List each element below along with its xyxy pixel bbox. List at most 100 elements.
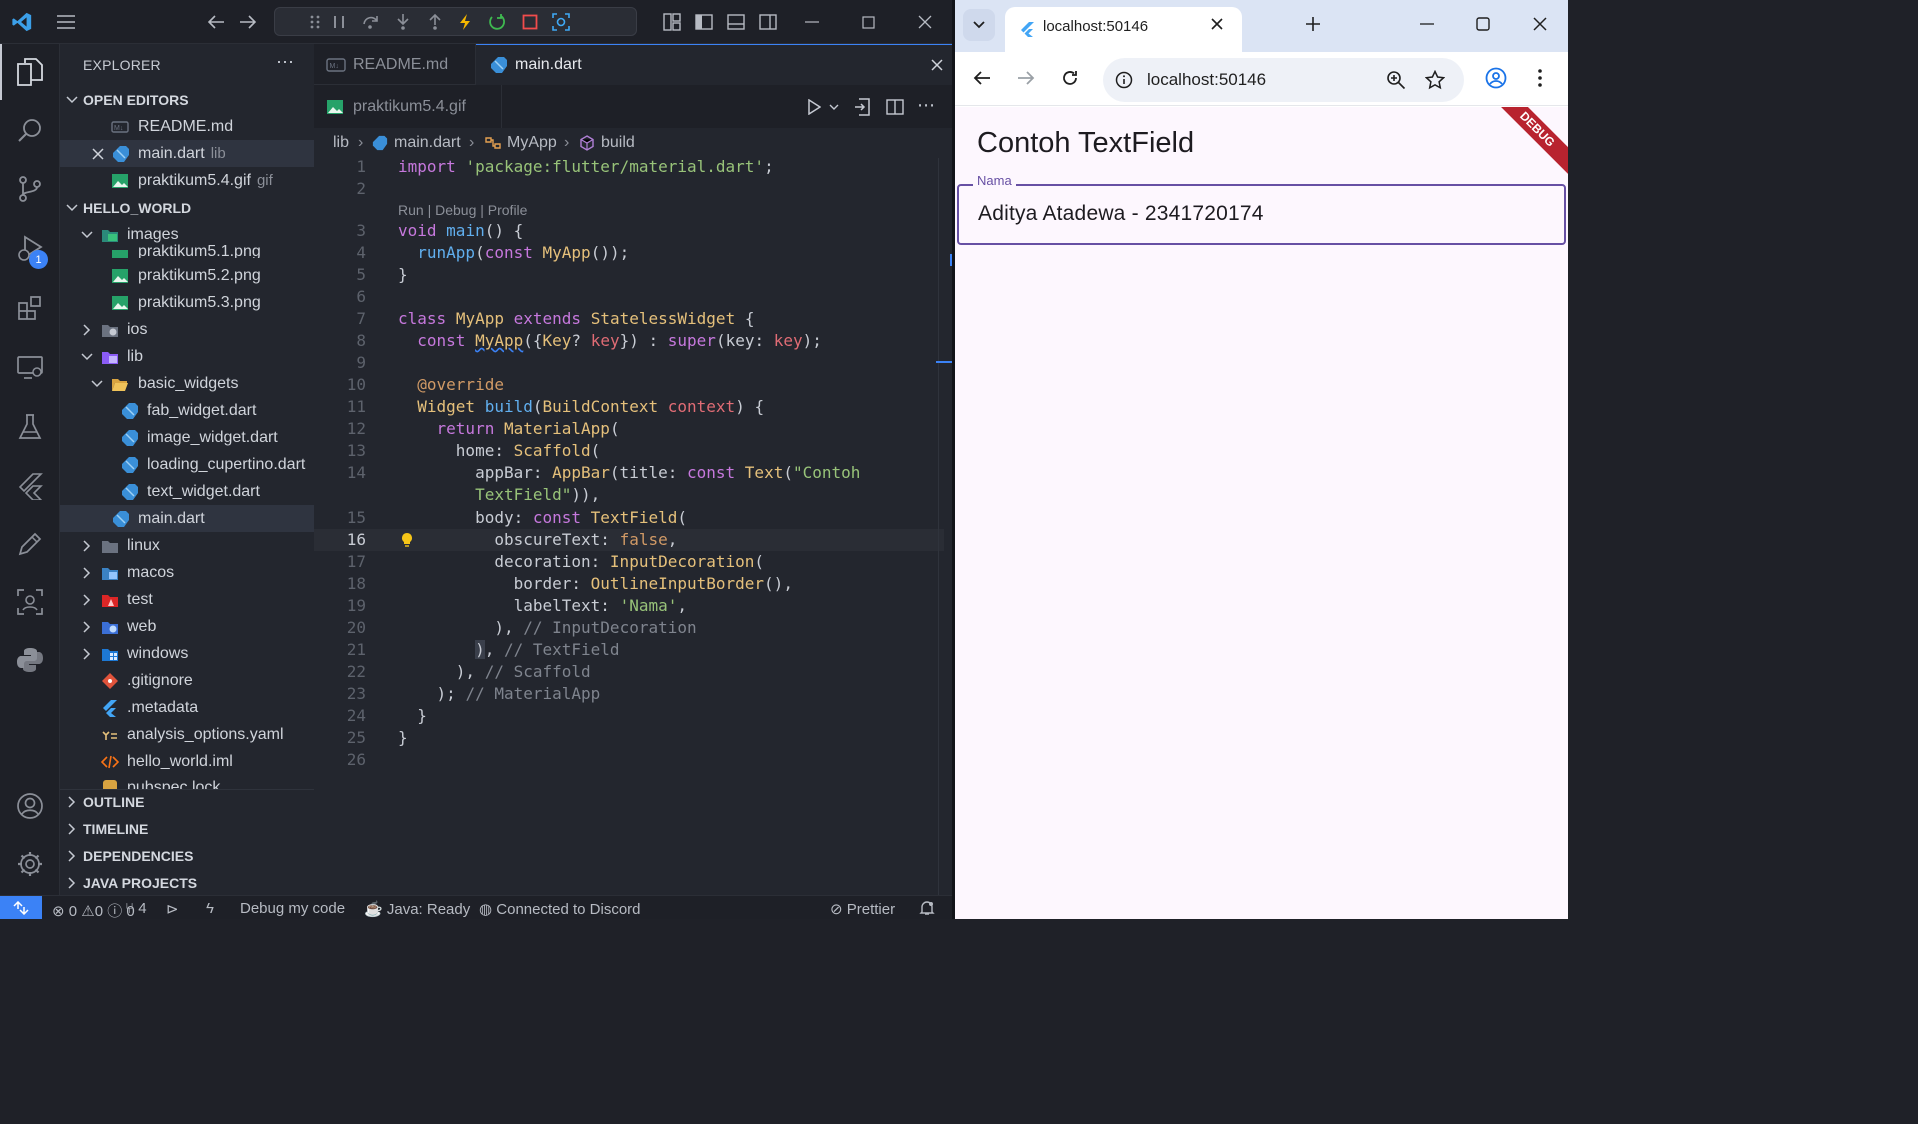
explorer-icon[interactable] <box>0 44 60 100</box>
tree-folder-windows[interactable]: windows <box>60 640 314 667</box>
account-icon[interactable] <box>0 778 60 834</box>
debug-launch-icon[interactable]: ⊳ <box>166 900 179 918</box>
step-out-icon[interactable] <box>425 12 445 32</box>
close-icon[interactable] <box>91 147 105 161</box>
step-into-icon[interactable] <box>393 12 413 32</box>
edit-tools-icon[interactable] <box>0 516 60 572</box>
outline-section[interactable]: OUTLINE <box>60 788 314 815</box>
tree-file-main-selected[interactable]: main.dart <box>60 505 314 532</box>
dependencies-section[interactable]: DEPENDENCIES <box>60 842 314 869</box>
tab-readme[interactable]: M↓ README.md <box>314 44 476 85</box>
tree-file[interactable]: .metadata <box>60 694 314 721</box>
tab-main-dart[interactable]: main.dart <box>476 44 952 85</box>
workspace-section[interactable]: HELLO_WORLD <box>60 194 314 221</box>
screen-capture-icon[interactable] <box>0 574 60 630</box>
toggle-panel-icon[interactable] <box>722 8 750 36</box>
settings-gear-icon[interactable] <box>0 836 60 892</box>
forward-arrow-icon[interactable] <box>234 8 262 36</box>
reload-icon[interactable] <box>1056 64 1084 92</box>
source-control-icon[interactable] <box>0 161 60 217</box>
tree-folder-test[interactable]: test <box>60 586 314 613</box>
browser-tab[interactable]: localhost:50146 <box>1005 7 1242 52</box>
zoom-icon[interactable] <box>1386 70 1406 90</box>
tree-file[interactable]: image_widget.dart <box>60 424 314 451</box>
menu-icon[interactable] <box>52 8 80 36</box>
tree-file[interactable]: loading_cupertino.dart <box>60 451 314 478</box>
open-editor-item[interactable]: main.dart lib <box>60 140 314 167</box>
remote-indicator[interactable] <box>0 896 42 919</box>
name-text-field[interactable]: Nama Aditya Atadewa - 2341720174 <box>957 175 1566 245</box>
breadcrumb-file[interactable]: main.dart <box>394 134 461 152</box>
tree-folder-linux[interactable]: linux <box>60 532 314 559</box>
new-tab-icon[interactable] <box>1299 10 1327 38</box>
open-editors-section[interactable]: OPEN EDITORS <box>60 86 314 113</box>
step-over-icon[interactable] <box>361 12 381 32</box>
tree-file[interactable]: hello_world.iml <box>60 748 314 775</box>
extensions-icon[interactable] <box>0 280 60 336</box>
more-editor-actions-icon[interactable]: ⋯ <box>914 93 938 117</box>
back-arrow-icon[interactable] <box>202 8 230 36</box>
restart-icon[interactable] <box>487 12 507 32</box>
run-dropdown-icon[interactable] <box>824 95 844 119</box>
maximize-icon[interactable] <box>854 8 882 36</box>
stop-icon[interactable] <box>520 12 540 32</box>
tree-folder-macos[interactable]: macos <box>60 559 314 586</box>
java-status[interactable]: ☕ Java: Ready <box>364 900 470 918</box>
tree-file[interactable]: fab_widget.dart <box>60 397 314 424</box>
flash-icon[interactable]: ϟ <box>206 900 214 917</box>
devtools-inspect-icon[interactable] <box>551 12 571 32</box>
flutter-icon[interactable] <box>0 458 60 514</box>
tree-file[interactable]: analysis_options.yaml <box>60 721 314 748</box>
open-editor-item[interactable]: praktikum5.4.gif gif <box>60 167 314 194</box>
close-tab-icon[interactable] <box>1211 18 1223 30</box>
tree-folder-lib[interactable]: lib <box>60 343 314 370</box>
minimize-icon[interactable] <box>1413 10 1441 38</box>
toggle-secondary-sidebar-icon[interactable] <box>754 8 782 36</box>
drag-handle-icon[interactable] <box>305 12 325 32</box>
forward-icon[interactable] <box>1012 64 1040 92</box>
code-editor[interactable]: 1 import 'package:flutter/material.dart';… <box>314 157 952 895</box>
bookmark-star-icon[interactable] <box>1425 70 1445 90</box>
tree-file-partial[interactable]: pubspec.lock <box>60 775 314 789</box>
run-icon[interactable] <box>802 95 826 119</box>
code-lens-run-debug[interactable]: Run | Debug | Profile <box>398 202 527 218</box>
customize-layout-icon[interactable] <box>658 8 686 36</box>
close-window-icon[interactable] <box>1526 10 1554 38</box>
debug-config[interactable]: Debug my code <box>240 900 345 917</box>
testing-icon[interactable] <box>0 399 60 455</box>
breadcrumb-class[interactable]: MyApp <box>507 134 557 152</box>
tab-search-dropdown-icon[interactable] <box>963 9 995 41</box>
open-editor-item[interactable]: M↓ README.md <box>60 113 314 140</box>
maximize-icon[interactable] <box>1469 10 1497 38</box>
notifications-bell-icon[interactable] <box>919 900 935 916</box>
close-window-icon[interactable] <box>911 8 939 36</box>
ports-indicator[interactable]: ⑂ 4 <box>125 900 147 917</box>
open-changes-icon[interactable] <box>850 95 874 119</box>
address-bar[interactable]: localhost:50146 <box>1103 58 1464 102</box>
problems-indicator[interactable]: ⊗ 0 ⚠0 ⓘ 0 <box>52 900 135 919</box>
site-info-icon[interactable] <box>1115 71 1133 89</box>
tree-folder-web[interactable]: web <box>60 613 314 640</box>
tree-file[interactable]: .gitignore <box>60 667 314 694</box>
tree-file[interactable]: praktikum5.2.png <box>60 262 314 289</box>
browser-menu-icon[interactable] <box>1526 64 1554 92</box>
lightbulb-icon[interactable] <box>398 531 416 549</box>
breadcrumb-method[interactable]: build <box>601 134 635 152</box>
tree-folder-basic-widgets[interactable]: basic_widgets <box>60 370 314 397</box>
toggle-primary-sidebar-icon[interactable] <box>690 8 718 36</box>
more-actions-icon[interactable]: ⋯ <box>276 52 294 73</box>
java-projects-section[interactable]: JAVA PROJECTS <box>60 869 314 896</box>
run-debug-icon[interactable] <box>0 220 60 276</box>
minimize-icon[interactable] <box>798 8 826 36</box>
pause-icon[interactable] <box>329 12 349 32</box>
profile-icon[interactable] <box>1482 64 1510 92</box>
breadcrumb-lib[interactable]: lib <box>333 134 349 152</box>
tree-file[interactable]: praktikum5.3.png <box>60 289 314 316</box>
split-editor-icon[interactable] <box>883 95 907 119</box>
prettier-status[interactable]: ⊘ Prettier <box>830 900 895 918</box>
discord-status[interactable]: ◍ Connected to Discord <box>479 900 641 918</box>
back-icon[interactable] <box>968 64 996 92</box>
search-icon[interactable] <box>0 102 60 158</box>
python-icon[interactable] <box>0 632 60 688</box>
hot-reload-icon[interactable] <box>455 12 475 32</box>
